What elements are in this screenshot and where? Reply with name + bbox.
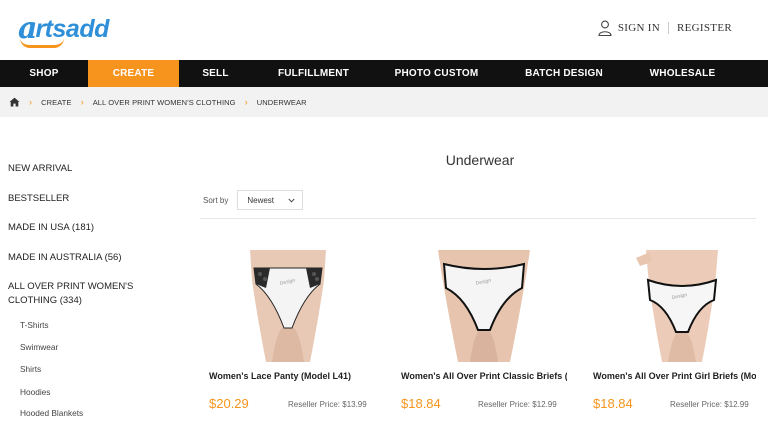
sort-label: Sort by	[203, 195, 229, 205]
chevron-right-icon: ›	[29, 97, 33, 107]
sign-in-link[interactable]: SIGN IN	[618, 22, 660, 34]
home-icon[interactable]	[9, 97, 20, 107]
site-header: a rtsadd SIGN IN REGISTER	[0, 0, 768, 60]
product-reseller-price: Reseller Price: $12.99	[478, 400, 557, 409]
account-links: SIGN IN REGISTER	[598, 20, 732, 36]
sidebar-subitem-swimwear[interactable]: Swimwear	[20, 342, 58, 352]
nav-item-sell[interactable]: SELL	[179, 60, 252, 87]
product-reseller-price: Reseller Price: $12.99	[670, 400, 749, 409]
sort-select[interactable]: Newest	[237, 190, 304, 210]
product-title[interactable]: Women's All Over Print Classic Briefs (M	[401, 371, 567, 381]
sidebar-subitem-hoodies[interactable]: Hoodies	[20, 387, 50, 397]
product-price: $18.84	[401, 396, 441, 411]
nav-item-create[interactable]: CREATE	[88, 60, 179, 87]
sidebar-item-bestseller[interactable]: BESTSELLER	[8, 192, 168, 206]
main-nav: SHOP CREATE SELL FULFILLMENT PHOTO CUSTO…	[0, 60, 768, 87]
product-image-classic-briefs[interactable]: Design	[428, 250, 540, 362]
sort-divider	[200, 218, 756, 219]
sidebar-subitem-shirts[interactable]: Shirts	[20, 364, 41, 374]
sidebar-item-made-in-australia[interactable]: MADE IN AUSTRALIA (56)	[8, 251, 168, 265]
register-link[interactable]: REGISTER	[677, 22, 732, 34]
sidebar-item-made-in-usa[interactable]: MADE IN USA (181)	[8, 221, 168, 235]
product-price: $20.29	[209, 396, 249, 411]
product-reseller-price: Reseller Price: $13.99	[288, 400, 367, 409]
product-title[interactable]: Women's All Over Print Girl Briefs (Mode	[593, 371, 756, 381]
nav-item-photo-custom[interactable]: PHOTO CUSTOM	[375, 60, 498, 87]
sidebar-item-new-arrival[interactable]: NEW ARRIVAL	[8, 162, 168, 176]
breadcrumb-create[interactable]: CREATE	[41, 98, 71, 107]
sidebar-subitem-t-shirts[interactable]: T-Shirts	[20, 320, 49, 330]
nav-item-shop[interactable]: SHOP	[0, 60, 88, 87]
sidebar-item-womens-clothing[interactable]: ALL OVER PRINT WOMEN'S CLOTHING (334)	[8, 280, 138, 308]
breadcrumb-underwear: UNDERWEAR	[256, 97, 307, 107]
sidebar-subitem-hooded-blankets[interactable]: Hooded Blankets	[20, 408, 83, 418]
chevron-right-icon: ›	[244, 97, 248, 107]
account-separator	[668, 22, 670, 34]
breadcrumb: › CREATE › ALL OVER PRINT WOMEN'S CLOTHI…	[0, 87, 768, 117]
nav-item-fulfillment[interactable]: FULFILLMENT	[252, 60, 375, 87]
product-price: $18.84	[593, 396, 633, 411]
chevron-down-icon	[288, 198, 295, 203]
nav-item-wholesale[interactable]: WHOLESALE	[630, 60, 735, 87]
page-title: Underwear	[445, 152, 515, 168]
nav-item-batch-design[interactable]: BATCH DESIGN	[498, 60, 630, 87]
product-title[interactable]: Women's Lace Panty (Model L41)	[209, 371, 389, 381]
sort-value: Newest	[247, 195, 275, 205]
logo-swoosh	[20, 38, 64, 48]
product-image-girl-briefs[interactable]: Design	[626, 250, 738, 362]
breadcrumb-womens-clothing[interactable]: ALL OVER PRINT WOMEN'S CLOTHING	[93, 98, 236, 107]
user-icon	[598, 20, 612, 36]
artsadd-logo[interactable]: a rtsadd	[18, 12, 109, 48]
sort-bar: Sort by Newest	[203, 190, 304, 210]
chevron-right-icon: ›	[80, 97, 84, 107]
product-image-lace-panty[interactable]: Design	[232, 250, 344, 362]
